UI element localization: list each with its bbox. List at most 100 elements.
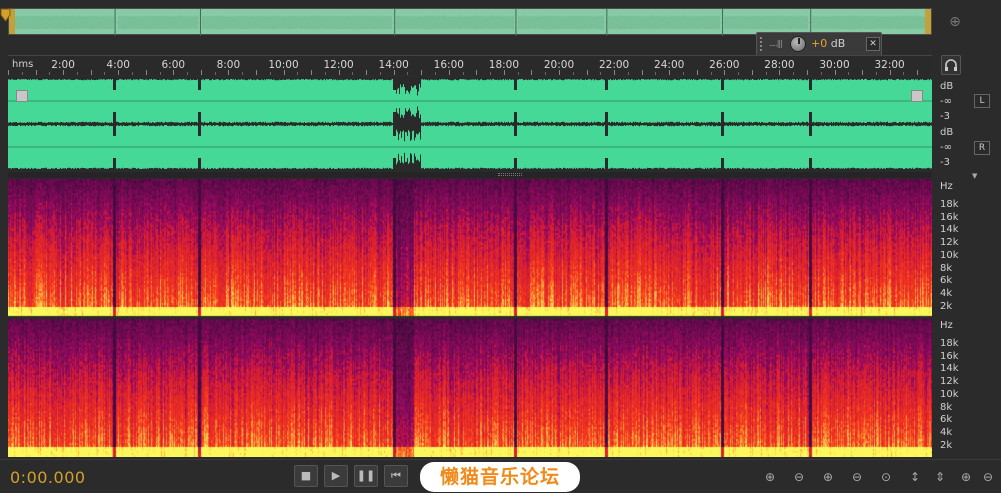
ruler-tick [806,70,808,75]
ruler-tick [917,70,919,75]
waveform-display[interactable] [8,77,932,171]
ruler-tick [503,70,505,75]
zoom-reset-icon[interactable]: ⊕ [956,468,976,486]
volume-knob[interactable] [790,36,806,52]
ruler-tick [627,72,629,75]
ruler-tick [903,72,905,75]
playhead-icon[interactable] [0,8,11,22]
ruler-tick [49,72,51,75]
frequency-scale-left: Hz 18k 16k 14k 12k 10k 8k 6k 4k 2k [932,179,1000,317]
frequency-scale-right: Hz 18k 16k 14k 12k 10k 8k 6k 4k 2k [932,318,1000,457]
overview-bar[interactable] [8,8,932,36]
divider-grip-icon[interactable] [498,173,522,176]
volume-value[interactable]: +0 dB [811,37,845,50]
ruler-tick [63,70,65,75]
ruler-tick [517,72,519,75]
time-display[interactable]: 0:00.000 [10,468,86,487]
ruler-tick [793,72,795,75]
frequency-label: 8k [940,401,953,413]
ruler-tick [187,72,189,75]
pause-button[interactable]: ❚❚ [354,465,378,487]
zoom-in-point-icon[interactable]: ↕ [905,468,925,486]
go-to-start-button[interactable]: ⏮ [384,465,408,487]
headphones-icon[interactable] [941,55,961,75]
frequency-label: 6k [940,414,953,426]
ruler-tick [379,72,381,75]
ruler-tick [283,70,285,75]
overview-handle-right[interactable] [925,9,931,34]
ruler-tick [366,70,368,75]
ruler-tick [21,72,23,75]
ruler-tick [200,70,202,75]
ruler-tick [586,70,588,75]
ruler-tick [820,72,822,75]
ruler-tick [765,72,767,75]
ruler-tick [118,70,120,75]
ruler-tick [682,72,684,75]
ruler-tick [889,70,891,75]
ruler-tick [448,70,450,75]
db-unit-right: dB [940,127,954,138]
ruler-tick [352,72,354,75]
frequency-label: 8k [940,262,953,274]
ruler-tick [159,72,161,75]
frequency-label: 16k [940,350,959,362]
ruler-tick [779,70,781,75]
ruler-tick [641,70,643,75]
db-minus3-right: -3 [940,157,950,168]
spectral-display[interactable] [8,179,932,457]
zoom-in-time-icon[interactable]: ⊕ [818,468,838,486]
transport-bar: 0:00.000 ■ ▶ ❚❚ ⏮ 懒猫音乐论坛 ⊕ ⊖ ⊕ ⊖ ⊙ ↕ ⇕ ⊕… [0,459,1001,493]
zoom-out-amplitude-icon[interactable]: ⊖ [789,468,809,486]
play-button[interactable]: ▶ [324,465,348,487]
frequency-label: 4k [940,287,953,299]
frequency-label: 10k [940,249,959,261]
pin-icon[interactable]: ✕ [866,37,880,51]
zoom-out-time-icon[interactable]: ⊖ [847,468,867,486]
waveform-channels [8,79,932,169]
frequency-label: 2k [940,439,953,451]
ruler-tick [393,70,395,75]
time-ruler[interactable]: hms 2:00 4:00 6:00 8:00 10:00 12:00 14:00 16:00… [8,55,932,75]
frequency-label: 4k [940,426,953,438]
frequency-label: 2k [940,300,953,312]
zoom-in-amplitude-icon[interactable]: ⊕ [760,468,780,486]
ruler-tick [173,70,175,75]
channel-left-button[interactable]: L [974,94,990,108]
zoom-full-icon[interactable]: ⊙ [876,468,896,486]
frequency-label: 18k [940,338,959,349]
ruler-tick [131,72,133,75]
ruler-tick [269,72,271,75]
frequency-label: 12k [940,237,959,249]
db-inf-right: -∞ [940,142,952,153]
ruler-tick [35,70,37,75]
ruler-tick [242,72,244,75]
ruler-tick [90,70,92,75]
channel-right-button[interactable]: R [974,141,990,155]
frequency-label: 16k [940,211,959,223]
ruler-tick [462,72,464,75]
zoom-selection-icon[interactable]: ⇕ [930,468,950,486]
ruler-tick [476,70,478,75]
fade-out-handle[interactable] [911,90,923,102]
ruler-tick [834,70,836,75]
grip-icon[interactable] [760,37,764,51]
stop-button[interactable]: ■ [294,465,318,487]
hz-unit: Hz [940,181,953,192]
ruler-tick [228,70,230,75]
fade-in-handle[interactable] [16,90,28,102]
ruler-tick [490,72,492,75]
ruler-tick [655,72,657,75]
zoom-icon[interactable]: ⊕ [946,13,964,31]
frequency-label: 14k [940,224,959,236]
forum-watermark: 懒猫音乐论坛 [420,462,580,492]
amplitude-scale: dB -∞ -3 L dB -∞ -3 R [932,77,1000,171]
ruler-tick [614,70,616,75]
ruler-tick [600,72,602,75]
frequency-label: 18k [940,199,959,210]
zoom-out-full-icon[interactable]: ⊖ [978,468,998,486]
db-minus3-left: -3 [940,111,950,122]
panel-divider[interactable] [8,172,932,178]
ruler-tick [724,70,726,75]
ruler-tick [738,72,740,75]
